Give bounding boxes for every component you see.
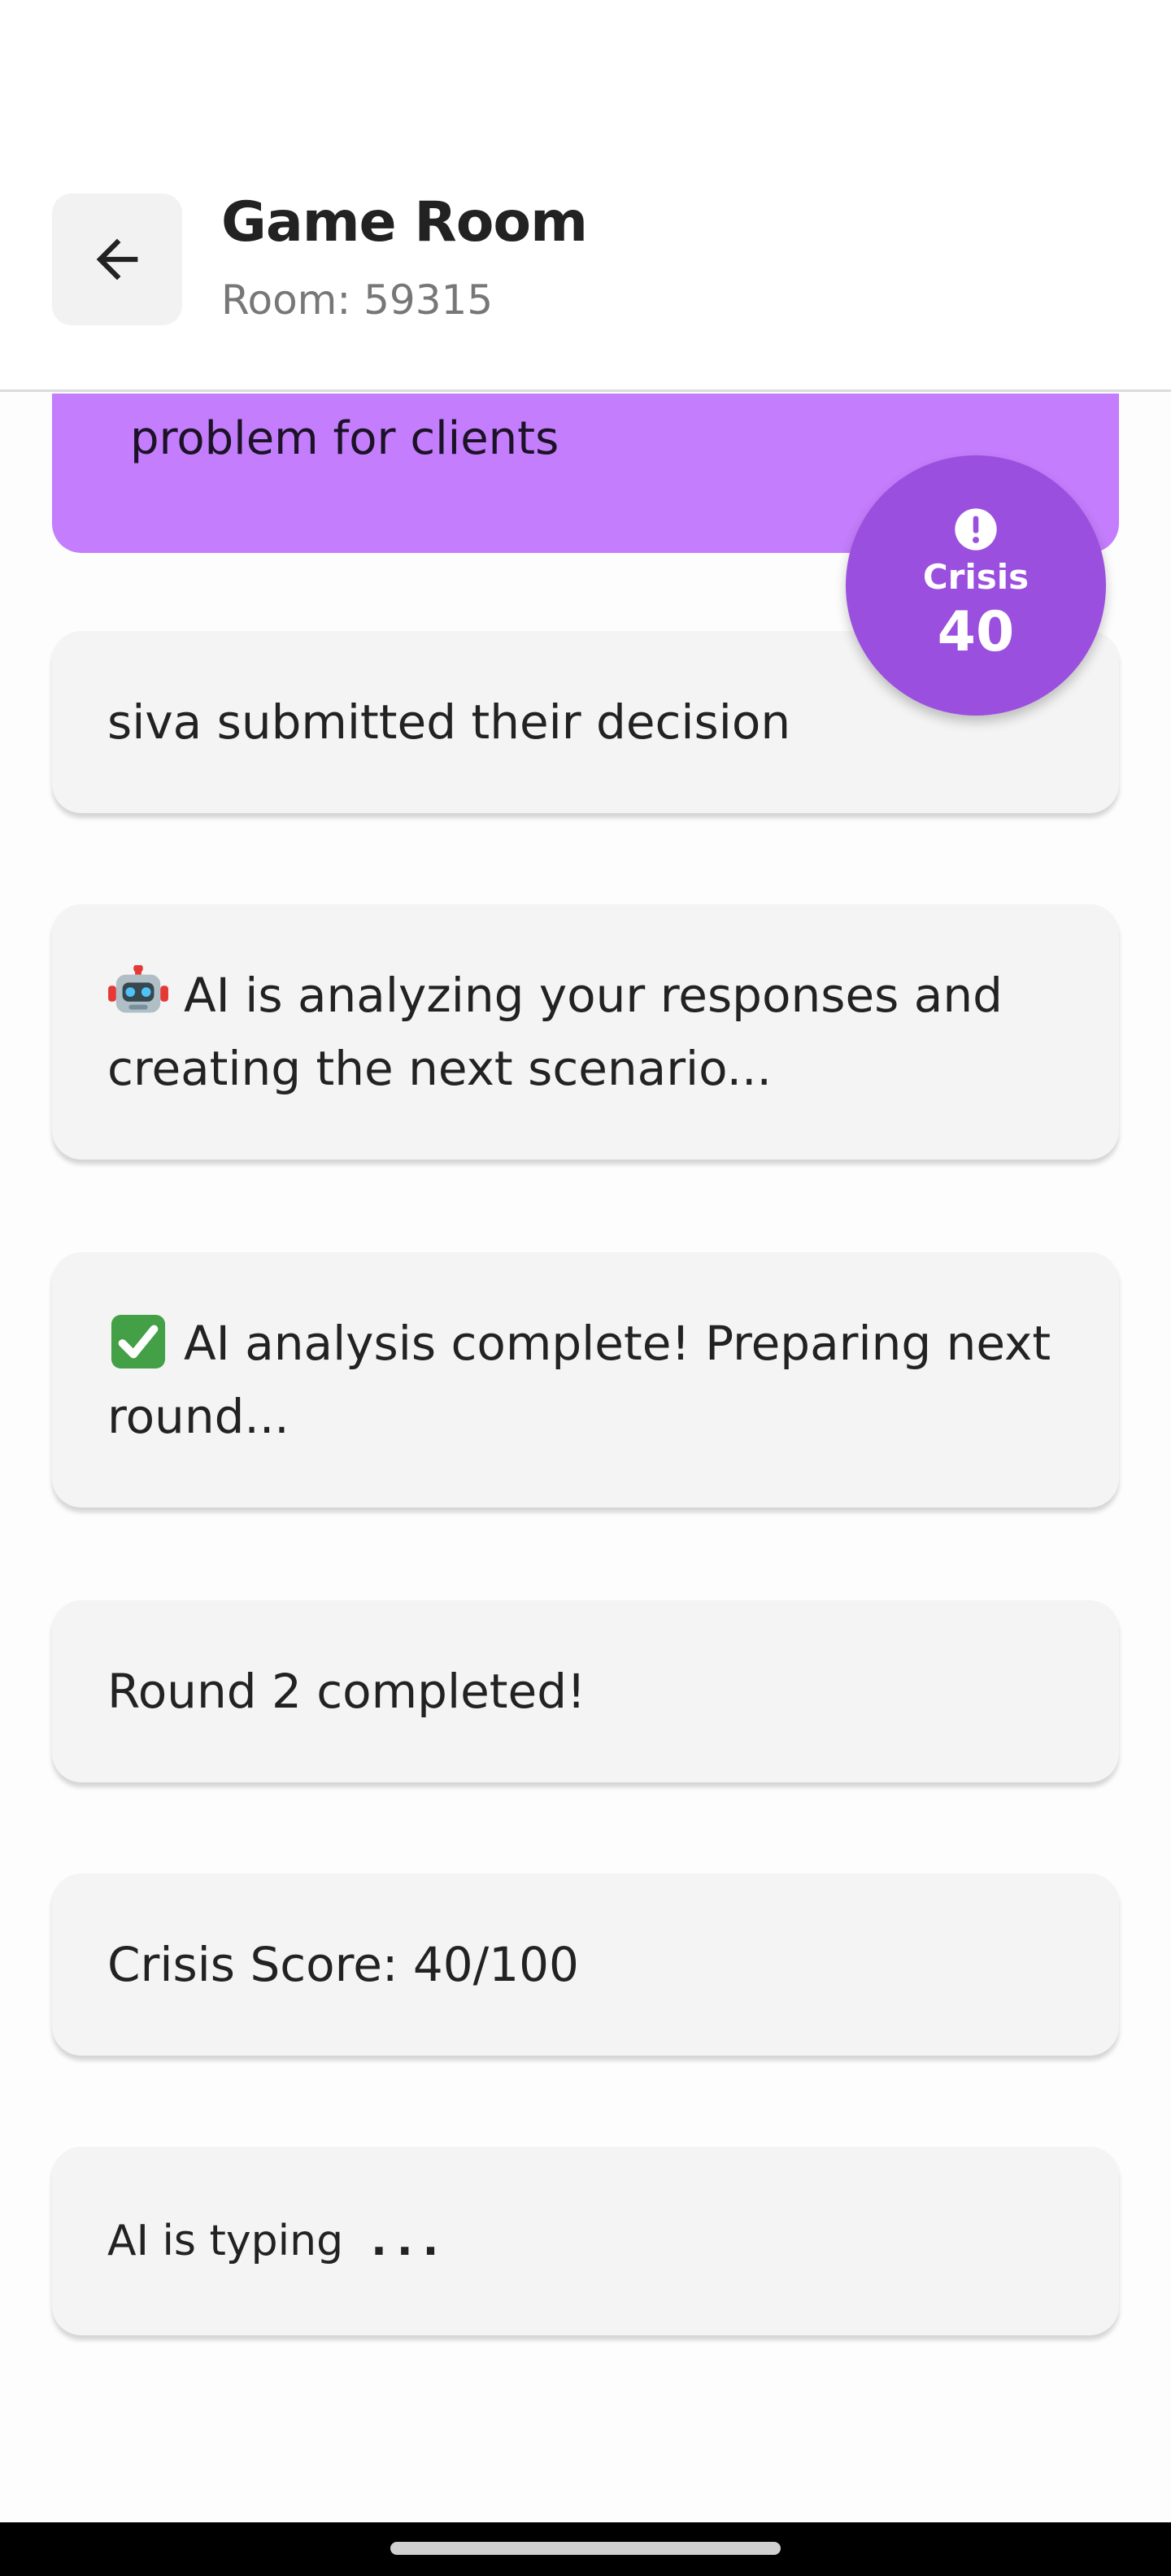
robot-icon [108,964,168,1013]
arrow-left-icon [96,238,138,281]
app-header: Game Room Room: 59315 [0,0,1171,392]
crisis-value: 40 [937,600,1015,664]
crisis-score-badge[interactable]: Crisis 40 [846,455,1106,716]
chat-message: Round 2 completed! [52,1600,1119,1782]
crisis-label: Crisis [922,557,1030,597]
message-text: siva submitted their decision [107,694,791,750]
check-mark-icon [111,1314,166,1368]
chat-message: AI is analyzing your responses and creat… [52,904,1119,1160]
message-text: Crisis Score: 40/100 [107,1937,579,1992]
typing-text: AI is typing [107,2217,344,2265]
game-room-screen: Game Room Room: 59315 problem for client… [0,0,1171,2576]
scenario-text: problem for clients [130,412,559,465]
message-text: AI is analyzing your responses and creat… [107,968,1003,1096]
page-title: Game Room [221,190,588,255]
chat-message: Crisis Score: 40/100 [52,1873,1119,2056]
room-id: Room: 59315 [221,276,494,324]
home-gesture-handle[interactable] [390,2542,781,2555]
system-nav-bar [0,2522,1171,2576]
typing-dots: ... [371,2217,449,2265]
back-button[interactable] [52,194,182,325]
typing-indicator: AI is typing ... [52,2147,1119,2335]
message-text: AI analysis complete! Preparing next rou… [107,1316,1051,1444]
alert-circle-icon [955,508,997,550]
message-text: Round 2 completed! [107,1664,586,1719]
chat-message: AI analysis complete! Preparing next rou… [52,1252,1119,1508]
